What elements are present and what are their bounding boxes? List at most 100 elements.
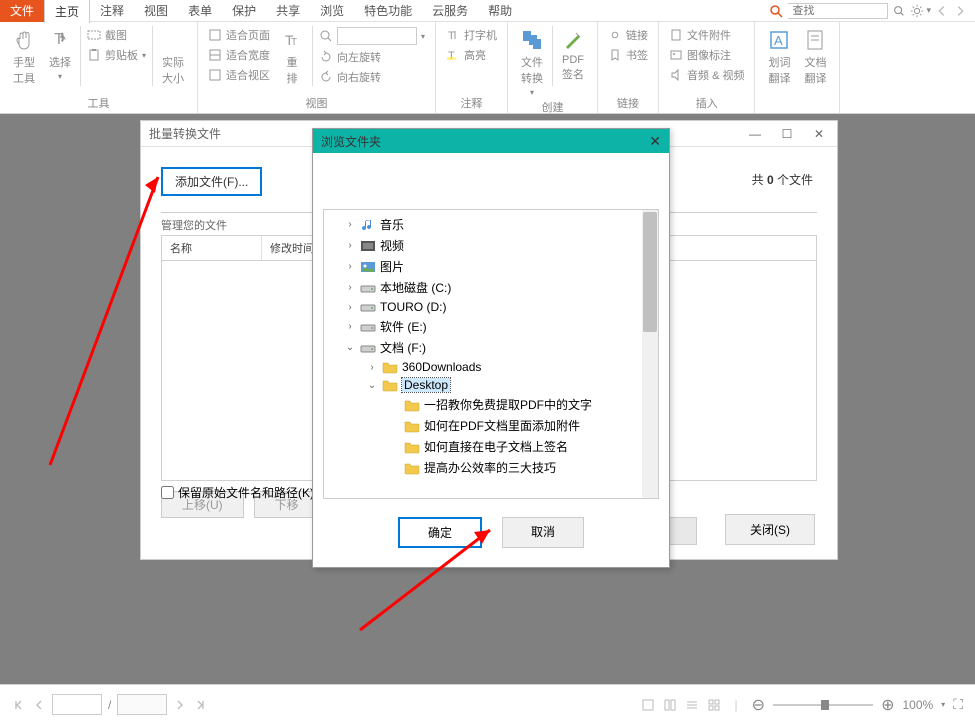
tree-item-label: 软件 (E:) [380, 318, 427, 335]
tree-item[interactable]: 如何直接在电子文档上签名 [326, 436, 656, 457]
menu-protect[interactable]: 保护 [222, 0, 266, 22]
nav-prev-icon[interactable] [935, 4, 949, 18]
fit-page[interactable]: 适合页面 [206, 26, 272, 44]
word-translate[interactable]: A划词 翻译 [763, 26, 795, 111]
screenshot-tool[interactable]: 截图 [85, 26, 148, 44]
audio-video[interactable]: 音频 & 视频 [667, 66, 746, 84]
first-page-icon[interactable] [12, 698, 26, 712]
zoom-icon[interactable] [319, 29, 333, 43]
tree-item-label: 一招教你免费提取PDF中的文字 [424, 396, 592, 413]
bookmark-tool[interactable]: 书签 [606, 46, 650, 64]
menu-file[interactable]: 文件 [0, 0, 44, 22]
last-page-icon[interactable] [193, 698, 207, 712]
tree-item[interactable]: ⌄Desktop [326, 376, 656, 394]
view-mode-2-icon[interactable] [663, 698, 677, 712]
menu-annotate[interactable]: 注释 [90, 0, 134, 22]
menu-feature[interactable]: 特色功能 [354, 0, 422, 22]
tree-item[interactable]: 提高办公效率的三大技巧 [326, 457, 656, 478]
close-button[interactable]: ✕ [809, 127, 829, 141]
tree-item[interactable]: › 360Downloads [326, 358, 656, 376]
pdf-sign[interactable]: PDF 签名 [557, 26, 589, 99]
search-input[interactable] [788, 3, 888, 19]
folder-tree[interactable]: ›音乐›视频›图片›本地磁盘 (C:)›TOURO (D:)›软件 (E:)⌄文… [323, 209, 659, 499]
view-mode-4-icon[interactable] [707, 698, 721, 712]
chevron-icon[interactable]: ⌄ [366, 380, 378, 391]
doc-translate[interactable]: 文档 翻译 [799, 26, 831, 111]
file-convert[interactable]: 文件 转换▾ [516, 26, 548, 99]
preserve-checkbox[interactable] [161, 486, 174, 499]
chevron-icon[interactable]: › [344, 321, 356, 332]
tree-item-label: 音乐 [380, 216, 404, 233]
cancel-button[interactable]: 取消 [502, 517, 584, 548]
actual-size[interactable]: 实际 大小 [157, 26, 189, 95]
chevron-icon[interactable]: › [344, 219, 356, 230]
menu-form[interactable]: 表单 [178, 0, 222, 22]
page-input[interactable] [52, 694, 102, 715]
zoom-in-button[interactable]: ⊕ [881, 695, 894, 715]
menu-help[interactable]: 帮助 [478, 0, 522, 22]
next-page-icon[interactable] [173, 698, 187, 712]
batch-close-button[interactable]: 关闭(S) [725, 514, 815, 545]
image-annot[interactable]: 图像标注 [667, 46, 746, 64]
rotate-left[interactable]: 向左旋转 [317, 48, 427, 66]
zoom-input[interactable] [337, 27, 417, 45]
gear-icon[interactable] [910, 4, 924, 18]
chevron-icon[interactable]: › [366, 362, 378, 373]
chevron-icon[interactable]: › [344, 261, 356, 272]
nav-next-icon[interactable] [953, 4, 967, 18]
zoom-value: 100% [902, 698, 933, 712]
tree-item[interactable]: ⌄ 文档 (F:) [326, 337, 656, 358]
tree-item[interactable]: › 软件 (E:) [326, 316, 656, 337]
tree-item-label: 如何在PDF文档里面添加附件 [424, 417, 580, 434]
tree-item-label: 提高办公效率的三大技巧 [424, 459, 556, 476]
typewriter[interactable]: T打字机 [444, 26, 499, 44]
chevron-icon[interactable]: › [344, 240, 356, 251]
tree-item[interactable]: ›本地磁盘 (C:) [326, 277, 656, 298]
menu-cloud[interactable]: 云服务 [422, 0, 478, 22]
col-name[interactable]: 名称 [162, 236, 262, 260]
zoom-out-button[interactable]: ⊖ [752, 695, 765, 715]
tree-item[interactable]: › 音乐 [326, 214, 656, 235]
highlight[interactable]: T高亮 [444, 46, 499, 64]
tree-item[interactable]: 一招教你免费提取PDF中的文字 [326, 394, 656, 415]
menu-share[interactable]: 共享 [266, 0, 310, 22]
chevron-icon[interactable]: ⌄ [344, 342, 356, 353]
menu-view[interactable]: 视图 [134, 0, 178, 22]
page-total [117, 694, 167, 715]
maximize-button[interactable]: ☐ [777, 127, 797, 141]
hand-tool[interactable]: 手型 工具 [8, 26, 40, 95]
link-tool[interactable]: 链接 [606, 26, 650, 44]
group-view-label: 视图 [206, 95, 427, 111]
menu-browse[interactable]: 浏览 [310, 0, 354, 22]
fit-visible[interactable]: 适合视区 [206, 66, 272, 84]
tree-item[interactable]: 如何在PDF文档里面添加附件 [326, 415, 656, 436]
tree-item-label: 360Downloads [402, 360, 481, 374]
menu-home[interactable]: 主页 [44, 0, 90, 23]
prev-page-icon[interactable] [32, 698, 46, 712]
attachment[interactable]: 文件附件 [667, 26, 746, 44]
zoom-slider[interactable] [773, 704, 873, 706]
chevron-icon[interactable]: › [344, 282, 356, 293]
select-tool[interactable]: T选择▾ [44, 26, 76, 95]
svg-text:T: T [448, 50, 455, 62]
add-file-button[interactable]: 添加文件(F)... [161, 167, 262, 196]
tree-item[interactable]: ›图片 [326, 256, 656, 277]
view-mode-1-icon[interactable] [641, 698, 655, 712]
gear-dropdown[interactable]: ▾ [926, 5, 931, 16]
fullscreen-button[interactable]: ⛶ [953, 696, 963, 713]
chevron-icon[interactable]: › [344, 302, 356, 313]
browse-close-button[interactable]: ✕ [649, 133, 661, 150]
rearrange[interactable]: TT重 排 [276, 26, 308, 95]
search-go-icon[interactable] [892, 4, 906, 18]
minimize-button[interactable]: — [745, 127, 765, 141]
page-sep: / [108, 698, 111, 712]
rotate-right[interactable]: 向右旋转 [317, 68, 427, 86]
tree-item[interactable]: ›TOURO (D:) [326, 298, 656, 316]
tree-item[interactable]: ›视频 [326, 235, 656, 256]
clipboard-tool[interactable]: 剪贴板▾ [85, 46, 148, 64]
tree-scrollbar[interactable] [642, 210, 658, 498]
tree-item-label: 文档 (F:) [380, 339, 426, 356]
fit-width[interactable]: 适合宽度 [206, 46, 272, 64]
ok-button[interactable]: 确定 [398, 517, 482, 548]
view-mode-3-icon[interactable] [685, 698, 699, 712]
